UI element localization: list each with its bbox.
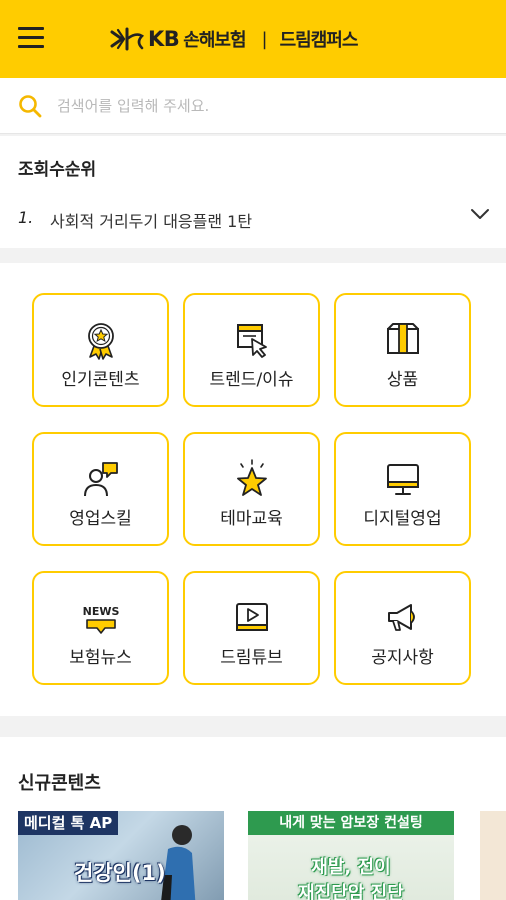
new-contents-section: 신규콘텐츠 메디컬 톡 AP 건강인(1) 내게 맞는 암보장 컨설팅 재발, … <box>0 737 506 900</box>
brand-name: 손해보험 <box>183 30 246 51</box>
menu-label: 상품 <box>386 370 419 390</box>
monitor-icon <box>386 464 419 495</box>
card-tag: 내게 맞는 암보장 컨설팅 <box>248 811 454 835</box>
menu-dream-tube[interactable]: 드림튜브 <box>183 571 320 685</box>
card-tag: 메디컬 톡 AP <box>18 811 119 835</box>
content-card-medical-talk[interactable]: 메디컬 톡 AP 건강인(1) <box>18 811 224 900</box>
menu-insurance-news[interactable]: NEWS 보험뉴스 <box>32 571 169 685</box>
menu-theme-education[interactable]: 테마교육 <box>183 432 320 546</box>
card-headline-line1: 재발, 전이 <box>311 857 391 878</box>
menu-sales-skill[interactable]: 영업스킬 <box>32 432 169 546</box>
ranking-item-text[interactable]: 사회적 거리두기 대응플랜 1탄 <box>50 208 252 232</box>
megaphone-icon <box>387 604 415 631</box>
menu-label: 트렌드/이슈 <box>209 370 294 390</box>
video-play-icon <box>235 603 268 631</box>
card-headline: 건강인(1) <box>74 861 166 885</box>
menu-label: 테마교육 <box>220 509 283 529</box>
menu-notice[interactable]: 공지사항 <box>334 571 471 685</box>
content-card-partial[interactable] <box>480 811 506 900</box>
menu-products[interactable]: 상품 <box>334 293 471 407</box>
menu-digital-sales[interactable]: 디지털영업 <box>334 432 471 546</box>
brand-mark-text: KB <box>148 27 180 51</box>
chevron-down-icon[interactable] <box>470 206 490 222</box>
menu-label: 디지털영업 <box>363 509 442 529</box>
menu-label: 인기콘텐츠 <box>61 370 140 390</box>
app-header: KB 손해보험 | 드림캠퍼스 <box>0 0 506 78</box>
search-icon[interactable] <box>17 93 43 119</box>
cursor-window-icon <box>236 324 267 358</box>
service-name: 드림캠퍼스 <box>279 30 359 51</box>
menu-hamburger-icon[interactable] <box>18 27 44 49</box>
brand-separator: | <box>261 28 268 50</box>
award-medal-icon <box>87 323 114 360</box>
menu-trend-issue[interactable]: 트렌드/이슈 <box>183 293 320 407</box>
package-box-icon <box>386 323 419 354</box>
card-headline-line2: 재진단암 진단 <box>298 883 404 900</box>
menu-label: 영업스킬 <box>69 509 132 529</box>
menu-popular-contents[interactable]: 인기콘텐츠 <box>32 293 169 407</box>
new-contents-title: 신규콘텐츠 <box>18 773 101 794</box>
search-bar[interactable]: 검색어를 입력해 주세요. <box>0 78 506 134</box>
news-bubble-icon: NEWS <box>82 605 119 634</box>
menu-label: 공지사항 <box>371 648 434 668</box>
person-chat-icon <box>83 462 118 497</box>
news-icon-text: NEWS <box>82 605 119 618</box>
search-input[interactable]: 검색어를 입력해 주세요. <box>57 95 209 116</box>
star-icon <box>236 459 267 496</box>
view-ranking-section: 조회수순위 1. 사회적 거리두기 대응플랜 1탄 <box>0 136 506 248</box>
menu-label: 드림튜브 <box>220 648 283 668</box>
category-menu-grid: 인기콘텐츠 트렌드/이슈 상품 영업스킬 테마교육 디지털영업 NEWS 보험뉴… <box>0 263 506 716</box>
kb-star-logo-icon <box>110 27 145 51</box>
ranking-item-number: 1. <box>18 208 34 227</box>
brand-logo[interactable]: KB 손해보험 | 드림캠퍼스 <box>108 23 359 55</box>
menu-label: 보험뉴스 <box>69 648 132 668</box>
content-card-cancer-consulting[interactable]: 내게 맞는 암보장 컨설팅 재발, 전이 재진단암 진단 <box>248 811 454 900</box>
ranking-title: 조회수순위 <box>18 160 97 180</box>
